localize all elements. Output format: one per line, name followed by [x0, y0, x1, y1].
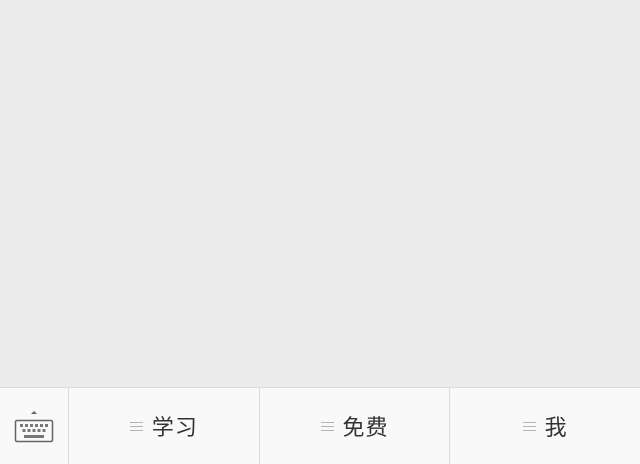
- message-area[interactable]: [0, 0, 640, 387]
- menu-lines-icon: [129, 421, 143, 432]
- menu-item-label: 免费: [342, 416, 389, 441]
- menu-lines-icon: [320, 421, 334, 432]
- menu-item-study[interactable]: 学习: [69, 388, 260, 464]
- keyboard-toggle-button[interactable]: [0, 388, 69, 464]
- menu-item-label: 我: [544, 416, 568, 441]
- menu-lines-icon: [522, 421, 536, 432]
- chat-screen: 学习 免费 我: [0, 0, 640, 464]
- custom-menu-bar: 学习 免费 我: [0, 387, 640, 464]
- menu-item-me[interactable]: 我: [450, 388, 640, 464]
- keyboard-icon: [14, 411, 54, 443]
- menu-item-free[interactable]: 免费: [260, 388, 451, 464]
- menu-item-label: 学习: [151, 416, 198, 441]
